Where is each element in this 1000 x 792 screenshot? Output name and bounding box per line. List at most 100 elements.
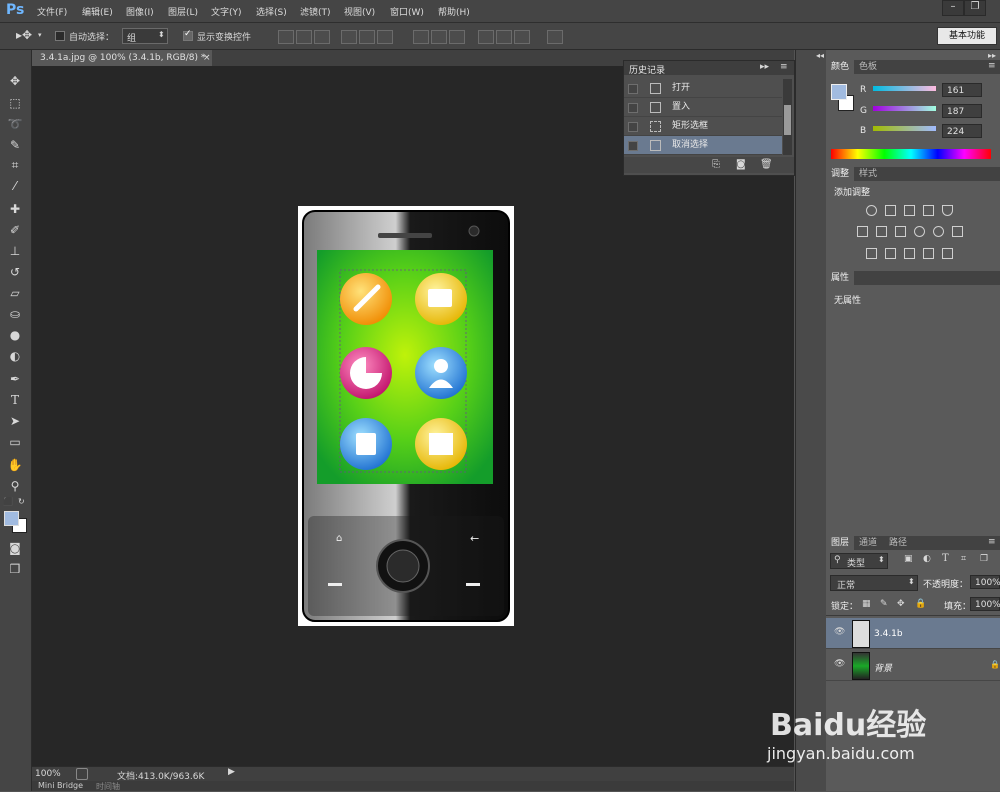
exposure-icon[interactable] <box>923 205 934 216</box>
menu-image[interactable]: 图像(I) <box>126 5 154 18</box>
snapshot-checkbox[interactable] <box>628 141 638 151</box>
g-value-input[interactable]: 187 <box>942 104 982 118</box>
layer-row-selected[interactable]: 👁 3.4.1b <box>826 618 1000 649</box>
type-tool-icon[interactable]: T <box>7 393 23 407</box>
panel-menu-icon[interactable]: ≡ <box>988 61 996 71</box>
menu-window[interactable]: 窗口(W) <box>390 5 424 18</box>
eyedropper-tool-icon[interactable]: ⁄ <box>7 179 23 193</box>
filter-type-icon[interactable]: T <box>942 553 949 564</box>
filter-adjustment-icon[interactable]: ◐ <box>923 554 931 564</box>
lock-position-icon[interactable]: ✥ <box>897 599 905 609</box>
quick-mask-icon[interactable]: ◙ <box>7 541 23 555</box>
menu-edit[interactable]: 编辑(E) <box>82 5 113 18</box>
panel-menu-icon[interactable]: ≡ <box>780 62 788 72</box>
lock-pixels-icon[interactable]: ✎ <box>880 599 888 609</box>
tab-swatches[interactable]: 色板 <box>854 60 882 74</box>
history-item[interactable]: 矩形选框 <box>624 117 782 136</box>
hue-saturation-icon[interactable] <box>857 226 868 237</box>
filter-smart-object-icon[interactable]: ❐ <box>980 554 988 564</box>
align-right-icon[interactable] <box>377 30 393 44</box>
lock-all-icon[interactable]: 🔒 <box>915 599 926 609</box>
quick-select-tool-icon[interactable]: ✎ <box>7 138 23 152</box>
vibrance-icon[interactable] <box>942 205 953 216</box>
photo-filter-icon[interactable] <box>914 226 925 237</box>
history-item[interactable]: 置入 <box>624 98 782 117</box>
menu-file[interactable]: 文件(F) <box>37 5 67 18</box>
menu-type[interactable]: 文字(Y) <box>211 5 242 18</box>
snapshot-checkbox[interactable] <box>628 103 638 113</box>
tab-mini-bridge[interactable]: Mini Bridge <box>38 781 83 790</box>
menu-select[interactable]: 选择(S) <box>256 5 287 18</box>
distribute-bottom-icon[interactable] <box>449 30 465 44</box>
b-value-input[interactable]: 224 <box>942 124 982 138</box>
black-white-icon[interactable] <box>895 226 906 237</box>
selective-color-icon[interactable] <box>923 248 934 259</box>
align-bottom-icon[interactable] <box>314 30 330 44</box>
tab-adjustments[interactable]: 调整 <box>826 167 855 181</box>
history-brush-icon[interactable]: ↺ <box>7 265 23 279</box>
eraser-tool-icon[interactable]: ▱ <box>7 286 23 300</box>
blur-tool-icon[interactable]: ● <box>7 328 23 342</box>
tab-channels[interactable]: 通道 <box>854 536 882 550</box>
expand-panels-icon[interactable]: ◂◂ <box>816 51 824 60</box>
healing-brush-icon[interactable]: ✚ <box>7 202 23 216</box>
auto-align-icon[interactable] <box>547 30 563 44</box>
levels-icon[interactable] <box>885 205 896 216</box>
dodge-tool-icon[interactable]: ◐ <box>7 349 23 363</box>
distribute-top-icon[interactable] <box>413 30 429 44</box>
scrollbar-thumb[interactable] <box>784 105 791 135</box>
distribute-vcenter-icon[interactable] <box>431 30 447 44</box>
filter-shape-icon[interactable]: ⌗ <box>961 554 966 564</box>
clone-stamp-icon[interactable]: ⊥ <box>7 244 23 258</box>
snapshot-checkbox[interactable] <box>628 84 638 94</box>
color-spectrum-bar[interactable] <box>831 149 991 159</box>
curves-icon[interactable] <box>904 205 915 216</box>
menu-help[interactable]: 帮助(H) <box>438 5 470 18</box>
menu-layer[interactable]: 图层(L) <box>168 5 198 18</box>
panel-menu-icon[interactable]: ≡ <box>988 537 996 547</box>
camera-icon[interactable]: ◙ <box>736 159 746 170</box>
brush-tool-icon[interactable]: ✐ <box>7 223 23 237</box>
history-item-selected[interactable]: 取消选择 <box>624 136 782 155</box>
tab-layers[interactable]: 图层 <box>826 536 855 550</box>
crop-tool-icon[interactable]: ⌗ <box>7 158 23 172</box>
eye-icon[interactable]: 👁 <box>834 627 845 637</box>
posterize-icon[interactable] <box>885 248 896 259</box>
hand-tool-icon[interactable]: ✋ <box>7 458 23 472</box>
layer-name[interactable]: 背景 <box>874 661 892 674</box>
document-tab[interactable]: 3.4.1a.jpg @ 100% (3.4.1b, RGB/8) * × <box>32 50 212 66</box>
close-icon[interactable]: × <box>203 50 211 66</box>
tab-paths[interactable]: 路径 <box>884 536 912 550</box>
collapse-dock-icon[interactable]: ▸▸ <box>988 51 996 60</box>
history-title[interactable]: 历史记录 <box>629 63 665 76</box>
layer-filter-dropdown[interactable]: ⚲ 类型 ⬍ <box>830 553 888 569</box>
move-tool-icon[interactable]: ✥ <box>7 74 23 88</box>
menu-filter[interactable]: 滤镜(T) <box>300 5 331 18</box>
distribute-left-icon[interactable] <box>478 30 494 44</box>
collapse-icon[interactable]: ▸▸ <box>760 62 769 72</box>
fill-input[interactable]: 100% <box>970 597 1000 611</box>
menu-view[interactable]: 视图(V) <box>344 5 375 18</box>
foreground-color-swatch[interactable] <box>4 511 19 526</box>
eye-icon[interactable]: 👁 <box>834 659 845 669</box>
trash-icon[interactable]: 🗑 <box>760 159 773 170</box>
opacity-input[interactable]: 100% <box>970 575 1000 589</box>
chevron-down-icon[interactable]: ▾ <box>38 31 42 39</box>
filter-pixel-icon[interactable]: ▣ <box>904 554 913 564</box>
align-vcenter-icon[interactable] <box>296 30 312 44</box>
swap-colors-icon[interactable]: ↻ <box>18 497 25 506</box>
move-tool-preset-icon[interactable]: ▸✥ <box>16 28 32 42</box>
lock-transparency-icon[interactable]: ▦ <box>862 599 871 609</box>
workspace-switcher[interactable]: 基本功能 <box>937 27 997 45</box>
snapshot-checkbox[interactable] <box>628 122 638 132</box>
screen-mode-icon[interactable]: ❒ <box>7 562 23 576</box>
auto-select-checkbox[interactable] <box>55 31 65 41</box>
channel-mixer-icon[interactable] <box>933 226 944 237</box>
lasso-tool-icon[interactable]: ➰ <box>7 117 23 131</box>
auto-select-dropdown[interactable]: 组 ⬍ <box>122 28 168 44</box>
minimize-icon[interactable]: – <box>942 0 964 16</box>
layer-row[interactable]: 👁 背景 🔒 <box>826 650 1000 681</box>
share-icon[interactable] <box>76 768 88 780</box>
show-transform-checkbox[interactable]: ✓ <box>183 29 193 41</box>
brightness-icon[interactable] <box>866 205 877 216</box>
